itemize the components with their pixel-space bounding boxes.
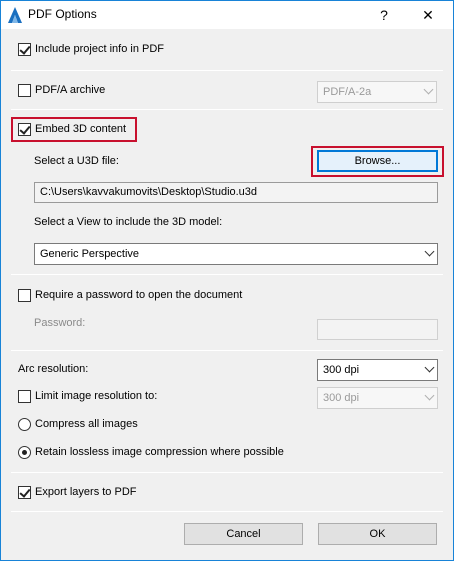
chevron-down-icon <box>424 390 435 401</box>
browse-button[interactable]: Browse... <box>317 150 438 172</box>
dialog-title: PDF Options <box>28 7 97 21</box>
require-password-label: Require a password to open the document <box>35 289 243 301</box>
pdf-options-dialog: PDF Options ? ✕ Include project info in … <box>0 0 454 561</box>
embed-3d-label: Embed 3D content <box>35 123 127 135</box>
help-button[interactable]: ? <box>373 5 395 25</box>
password-field[interactable] <box>317 319 438 340</box>
view-select-label: Select a View to include the 3D model: <box>34 216 223 228</box>
require-password-checkbox[interactable] <box>18 289 31 302</box>
pdfa-archive-label: PDF/A archive <box>35 84 106 96</box>
arc-resolution-label: Arc resolution: <box>18 363 89 375</box>
separator <box>11 70 443 71</box>
view-select-value: Generic Perspective <box>40 248 140 260</box>
export-layers-label: Export layers to PDF <box>35 486 137 498</box>
separator <box>11 350 443 351</box>
include-project-info-label: Include project info in PDF <box>35 43 165 55</box>
close-button[interactable]: ✕ <box>417 5 439 25</box>
limit-image-resolution-label: Limit image resolution to: <box>35 390 158 402</box>
pdfa-version-select[interactable]: PDF/A-2a <box>317 81 437 103</box>
retain-lossless-label: Retain lossless image compression where … <box>35 446 284 458</box>
ok-button[interactable]: OK <box>318 523 437 545</box>
chevron-down-icon <box>424 246 435 257</box>
pdfa-archive-checkbox[interactable] <box>18 84 31 97</box>
separator <box>11 472 443 473</box>
image-resolution-select[interactable]: 300 dpi <box>317 387 438 409</box>
u3d-path-field[interactable]: C:\Users\kavvakumovits\Desktop\Studio.u3… <box>34 182 438 203</box>
pdfa-version-value: PDF/A-2a <box>323 86 372 98</box>
image-resolution-value: 300 dpi <box>323 392 360 404</box>
separator <box>11 274 443 275</box>
include-project-info-checkbox[interactable] <box>18 43 31 56</box>
separator <box>11 511 443 512</box>
separator <box>11 109 443 110</box>
chevron-down-icon <box>424 362 435 373</box>
embed-3d-checkbox[interactable] <box>18 123 31 136</box>
password-label: Password: <box>34 317 86 329</box>
arc-resolution-value: 300 dpi <box>323 364 360 376</box>
archicad-app-icon <box>7 6 23 24</box>
view-select[interactable]: Generic Perspective <box>34 243 438 265</box>
arc-resolution-select[interactable]: 300 dpi <box>317 359 438 381</box>
chevron-down-icon <box>423 84 434 95</box>
title-bar: PDF Options ? ✕ <box>1 1 453 29</box>
compress-all-images-label: Compress all images <box>35 418 138 430</box>
cancel-button[interactable]: Cancel <box>184 523 303 545</box>
export-layers-checkbox[interactable] <box>18 486 31 499</box>
u3d-file-label: Select a U3D file: <box>34 155 119 167</box>
compress-all-images-radio[interactable] <box>18 418 31 431</box>
retain-lossless-radio[interactable] <box>18 446 31 459</box>
limit-image-resolution-checkbox[interactable] <box>18 390 31 403</box>
